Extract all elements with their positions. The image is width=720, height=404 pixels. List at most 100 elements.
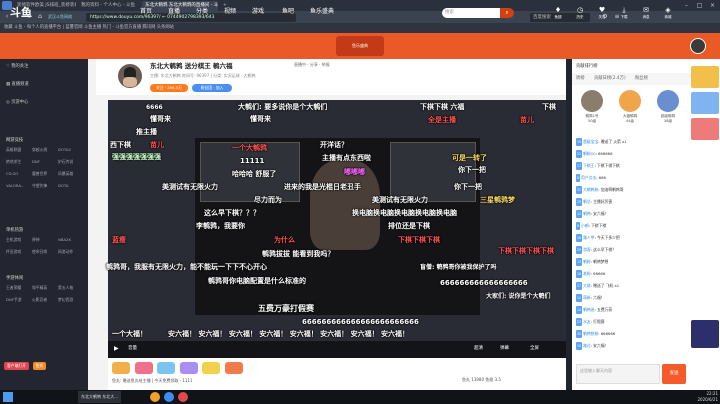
- chat-message[interactable]: 14 鹌鹑迷: 五费万豪: [576, 306, 688, 314]
- minimize-icon[interactable]: –: [680, 0, 693, 11]
- chat-username[interactable]: 超级宝宝: [583, 139, 598, 144]
- sidebar-item-channels[interactable]: ▦ 直播频道: [6, 80, 29, 89]
- douyu-logo[interactable]: 斗鱼: [10, 5, 80, 21]
- tab-weekly[interactable]: 周榜: [576, 76, 585, 81]
- sidebar-section-head[interactable]: 手游休闲: [6, 274, 23, 283]
- download-icon[interactable]: ⤓ 下载: [614, 6, 634, 22]
- chat-username[interactable]: 游客: [583, 247, 591, 252]
- nav-festival[interactable]: 鱼乐盛典: [310, 7, 334, 17]
- chat-username[interactable]: 老粉: [583, 271, 591, 276]
- stream-actions[interactable]: 直播中 · 分享 · 举报: [294, 62, 562, 90]
- chat-message[interactable]: 19 超级宝宝: 赠送了 火箭 x1: [576, 138, 688, 146]
- rank-item[interactable]: 鹌鹑1号 50级: [574, 90, 610, 132]
- chat-message[interactable]: 23 水友: 打假赛: [576, 318, 688, 326]
- chat-message[interactable]: 27 大佬: 赠送了 飞机 x1: [576, 282, 688, 290]
- shop-icon[interactable]: ◈ 商城: [658, 6, 678, 22]
- send-button[interactable]: 发送: [662, 364, 686, 384]
- yuxiu-button[interactable]: 鱼秀: [32, 362, 47, 370]
- sidebar-item-webgame[interactable]: ◎ 页游中心: [6, 98, 28, 107]
- bookmarks-text[interactable]: 收藏 斗鱼 - 每个人的直播平台 | 蓝蔓官网 斗鱼主播 热门 - 斗鱼官方直播…: [0, 25, 174, 30]
- gift-item[interactable]: [134, 362, 153, 374]
- sidebar-section-items[interactable]: 主机游戏 原神 NBA2K 怀旧游戏 使命召唤 网游动作: [6, 235, 86, 259]
- chat-username[interactable]: 小鹌: [581, 223, 589, 228]
- chat-message[interactable]: 9 小鹌: 下棋下棋: [576, 222, 688, 230]
- sidebar-section-head[interactable]: 网游竞技: [6, 136, 23, 145]
- chat-username[interactable]: 萌新: [583, 295, 591, 300]
- nav-video[interactable]: 视频: [224, 7, 236, 17]
- gift-icon[interactable]: ♦ 鱼翅: [548, 6, 568, 22]
- search-input[interactable]: 搜索: [442, 8, 500, 18]
- side-ad[interactable]: [691, 92, 719, 114]
- gift-item[interactable]: [157, 362, 176, 374]
- chat-username[interactable]: 鹌粉00: [583, 151, 595, 156]
- url-input[interactable]: https://www.douyu.com/96397/ ← 074490279…: [86, 12, 296, 22]
- maximize-icon[interactable]: □: [693, 0, 706, 11]
- side-ad[interactable]: [691, 118, 719, 140]
- fanclub-button[interactable]: 粉丝团 · 加入: [192, 84, 232, 92]
- chat-username[interactable]: 鹌粉: [583, 259, 591, 264]
- chat-username[interactable]: 鹌鹑: [583, 211, 591, 216]
- follow-icon[interactable]: ♥ 关注: [592, 6, 612, 22]
- danmaku-toggle[interactable]: 弹幕: [500, 344, 509, 354]
- nav-home[interactable]: 首页: [140, 7, 152, 17]
- gift-item[interactable]: [179, 362, 198, 374]
- taskbar-icon[interactable]: [178, 392, 188, 402]
- chat-username[interactable]: 路人甲: [583, 235, 594, 240]
- system-clock[interactable]: 22:21 2020/6/21: [672, 390, 718, 404]
- chat-message[interactable]: 10 路过: 安六福！: [576, 342, 688, 350]
- chat-message[interactable]: 16 路人甲: 今天下多少把: [576, 234, 688, 242]
- client-open-button[interactable]: 客户端打开: [4, 362, 29, 370]
- chat-message[interactable]: 12 鹌鹑: 安六福！: [576, 210, 688, 218]
- festival-banner[interactable]: 鱼乐盛典: [336, 36, 384, 56]
- nav-live[interactable]: 直播: [168, 7, 180, 17]
- start-icon[interactable]: [3, 392, 13, 402]
- chat-message[interactable]: 13 鹌粉: 鹌鹑梦想: [576, 258, 688, 266]
- chat-message[interactable]: 20 游客: 这么早下棋？: [576, 246, 688, 254]
- history-icon[interactable]: ◷ 历史: [570, 6, 590, 22]
- nav-category[interactable]: 分类: [196, 7, 208, 17]
- tab-daily[interactable]: 贡献日榜(2.4万): [594, 76, 626, 81]
- message-icon[interactable]: ✉ 消息: [636, 6, 656, 22]
- sidebar-item-follow[interactable]: ♡ 我的关注: [6, 62, 28, 71]
- chat-username[interactable]: 用户点击: [581, 175, 596, 180]
- fullscreen-icon[interactable]: 全屏: [530, 344, 539, 354]
- user-avatar[interactable]: [690, 38, 706, 54]
- chat-message[interactable]: 11 萌新: 六福！: [576, 294, 688, 302]
- gift-item[interactable]: [224, 362, 243, 374]
- chat-message[interactable]: 8 用户点击: 666: [576, 174, 688, 182]
- sidebar-section-head[interactable]: 单机热游: [6, 226, 23, 235]
- chat-message[interactable]: 30 鹌鹑铁粉: 666666: [576, 330, 688, 338]
- chat-message[interactable]: 31 大鹌鹑粉: 加油啊鹌鹑哥: [576, 186, 688, 194]
- chat-username[interactable]: 鹌鹑迷: [583, 307, 594, 312]
- follow-button[interactable]: 关注 · 286.3万: [150, 84, 188, 92]
- chat-username[interactable]: 下棋王: [583, 163, 594, 168]
- sidebar-section-items[interactable]: 王者荣耀 和平精英 第五人格 DNF手游 火影忍者 梦幻西游: [6, 283, 86, 307]
- taskbar-item[interactable]: 东北大鹌鹑 东北大...: [78, 391, 122, 403]
- search-icon[interactable]: ⌕: [500, 8, 514, 18]
- chat-input[interactable]: 这里输入聊天内容: [576, 364, 660, 384]
- chat-message[interactable]: 18 老粉: 66666: [576, 270, 688, 278]
- chat-username[interactable]: 鹌总: [583, 199, 591, 204]
- rank-item[interactable]: 大福鹌鹑 44级: [612, 90, 648, 132]
- volume-icon[interactable]: 音量: [128, 344, 137, 354]
- chat-username[interactable]: 路过: [583, 343, 591, 348]
- chat-username[interactable]: 水友: [583, 319, 591, 324]
- nav-yuba[interactable]: 鱼吧: [282, 7, 294, 17]
- side-ad[interactable]: [691, 66, 719, 88]
- stream-actions-text[interactable]: 直播中 · 分享 · 举报: [294, 62, 330, 67]
- taskbar-icon[interactable]: [150, 392, 160, 402]
- tab-fans[interactable]: 粉丝榜: [635, 76, 648, 81]
- chat-message[interactable]: 17 下棋王: 下棋下棋下棋: [576, 162, 688, 170]
- chat-username[interactable]: 大佬: [583, 283, 591, 288]
- quality-button[interactable]: 超清: [474, 344, 483, 354]
- chat-message[interactable]: 25 鹌总: 主播好厉害: [576, 198, 688, 206]
- nav-game[interactable]: 游戏: [252, 7, 264, 17]
- tab-2[interactable]: 我的资料 - 个人中心 - 斗鱼: [78, 1, 140, 11]
- chat-message[interactable]: 22 鹌粉00: 666666: [576, 150, 688, 158]
- taskbar-icon[interactable]: [164, 392, 174, 402]
- close-icon[interactable]: ×: [706, 0, 719, 11]
- gift-item[interactable]: [112, 362, 130, 374]
- chat-username[interactable]: 鹌鹑铁粉: [583, 331, 598, 336]
- rank-item[interactable]: 超级鹌鹑 38级: [650, 90, 686, 132]
- chat-username[interactable]: 大鹌鹑粉: [583, 187, 598, 192]
